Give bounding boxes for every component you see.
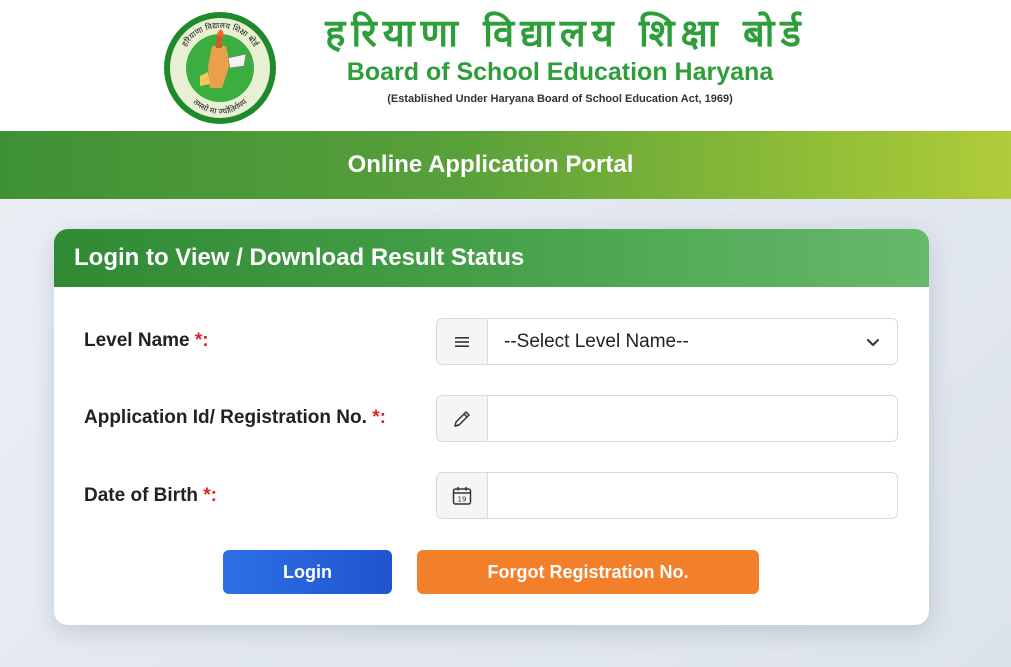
required-marker: *: (203, 485, 218, 506)
login-card: Login to View / Download Result Status L… (54, 229, 929, 625)
level-name-select[interactable]: --Select Level Name-- (436, 318, 898, 365)
portal-banner: Online Application Portal (0, 131, 1011, 199)
calendar-icon[interactable]: 19 (437, 473, 488, 518)
board-title-hindi: हरियाणा विद्यालय शिक्षा बोर्ड (325, 11, 807, 55)
login-button[interactable]: Login (223, 550, 392, 594)
calendar-day: 19 (458, 495, 467, 503)
pencil-icon (437, 396, 488, 441)
required-marker: *: (372, 407, 386, 428)
portal-title: Online Application Portal (347, 151, 634, 178)
required-marker: *: (194, 330, 209, 351)
bse-haryana-logo: हरियाणा विद्यालय शिक्षा बोर्ड तमसो मा ज्… (164, 12, 276, 124)
level-name-value: --Select Level Name-- (504, 330, 689, 352)
board-subtitle: (Established Under Haryana Board of Scho… (387, 93, 733, 105)
board-title-english: Board of School Education Haryana (346, 58, 774, 86)
application-id-input[interactable] (488, 396, 897, 441)
site-header: हरियाणा विद्यालय शिक्षा बोर्ड तमसो मा ज्… (0, 0, 1011, 131)
application-id-field[interactable] (436, 395, 898, 442)
level-name-label-text: Level Name (84, 330, 195, 351)
forgot-registration-button[interactable]: Forgot Registration No. (417, 550, 759, 594)
application-id-label: Application Id/ Registration No. *: (84, 407, 386, 429)
chevron-down-icon (867, 339, 879, 346)
dob-label-text: Date of Birth (84, 485, 204, 506)
application-id-label-text: Application Id/ Registration No. (84, 407, 373, 428)
dob-field[interactable]: 19 (436, 472, 898, 519)
dob-input[interactable] (488, 473, 897, 518)
level-name-label: Level Name *: (84, 330, 209, 352)
level-name-selected[interactable]: --Select Level Name-- (488, 319, 897, 364)
dob-label: Date of Birth *: (84, 485, 217, 507)
login-card-heading: Login to View / Download Result Status (74, 244, 525, 271)
login-card-header: Login to View / Download Result Status (54, 229, 929, 287)
list-icon (437, 319, 488, 364)
